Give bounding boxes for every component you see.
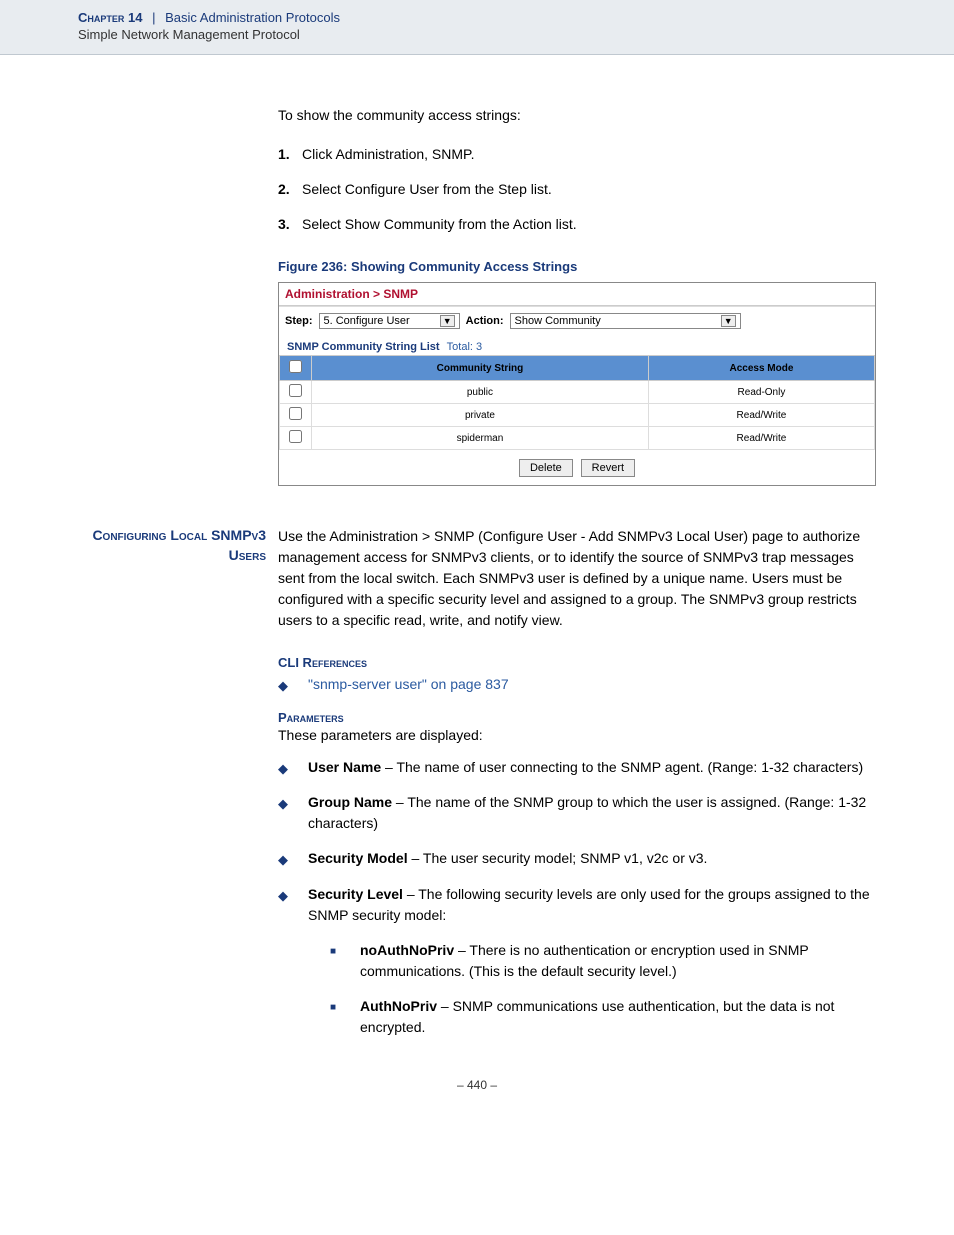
section-heading: Configuring Local SNMPv3 Users [78, 526, 278, 565]
total-label: Total: [447, 341, 473, 353]
page-header: Chapter 14 | Basic Administration Protoc… [0, 0, 954, 55]
param-desc: – The name of the SNMP group to which th… [308, 794, 866, 831]
step-number: 1. [278, 144, 302, 165]
column-checkbox [280, 356, 312, 381]
action-dropdown-value: Show Community [515, 315, 601, 327]
cell-access-mode: Read/Write [648, 427, 874, 450]
row-checkbox[interactable] [289, 407, 302, 420]
param-item: ◆ Security Model – The user security mod… [278, 848, 876, 870]
action-dropdown-label: Action: [466, 315, 504, 327]
row-checkbox[interactable] [289, 430, 302, 443]
page-number: – 440 – [78, 1078, 876, 1092]
cell-community-string: public [312, 381, 649, 404]
square-bullet-icon: ■ [330, 940, 360, 959]
diamond-bullet-icon: ◆ [278, 884, 308, 906]
param-desc: – The user security model; SNMP v1, v2c … [408, 850, 708, 866]
step-number: 2. [278, 179, 302, 200]
list-title: SNMP Community String List [287, 341, 440, 353]
step-number: 3. [278, 214, 302, 235]
step-text: Select Show Community from the Action li… [302, 214, 577, 235]
cell-access-mode: Read-Only [648, 381, 874, 404]
column-access-mode: Access Mode [648, 356, 874, 381]
diamond-bullet-icon: ◆ [278, 757, 308, 779]
row-checkbox[interactable] [289, 384, 302, 397]
chevron-down-icon: ▼ [440, 315, 455, 327]
param-desc: – The name of user connecting to the SNM… [381, 759, 863, 775]
step-dropdown-value: 5. Configure User [324, 315, 410, 327]
step-dropdown-label: Step: [285, 315, 313, 327]
cli-link[interactable]: "snmp-server user" on page 837 [308, 674, 876, 695]
step-1: 1. Click Administration, SNMP. [278, 144, 876, 165]
cell-access-mode: Read/Write [648, 404, 874, 427]
step-dropdown[interactable]: 5. Configure User ▼ [319, 313, 460, 329]
step-2: 2. Select Configure User from the Step l… [278, 179, 876, 200]
column-community-string: Community String [312, 356, 649, 381]
table-row: public Read-Only [280, 381, 875, 404]
header-separator: | [152, 10, 155, 25]
step-3: 3. Select Show Community from the Action… [278, 214, 876, 235]
diamond-bullet-icon: ◆ [278, 848, 308, 870]
figure-caption: Figure 236: Showing Community Access Str… [278, 259, 876, 274]
sublevel-name: AuthNoPriv [360, 998, 437, 1014]
screenshot-panel: Administration > SNMP Step: 5. Configure… [278, 282, 876, 486]
table-row: private Read/Write [280, 404, 875, 427]
param-item: ◆ Group Name – The name of the SNMP grou… [278, 792, 876, 834]
section-body: Use the Administration > SNMP (Configure… [278, 526, 876, 631]
diamond-bullet-icon: ◆ [278, 674, 308, 696]
chapter-label: Chapter 14 [78, 10, 142, 25]
sublevel-item: ■ AuthNoPriv – SNMP communications use a… [330, 996, 876, 1038]
param-name: Security Model [308, 850, 408, 866]
intro-text: To show the community access strings: [278, 105, 876, 126]
table-row: spiderman Read/Write [280, 427, 875, 450]
param-item: ◆ User Name – The name of user connectin… [278, 757, 876, 779]
sublevel-name: noAuthNoPriv [360, 942, 454, 958]
cell-community-string: spiderman [312, 427, 649, 450]
delete-button[interactable]: Delete [519, 459, 573, 477]
step-text: Select Configure User from the Step list… [302, 179, 552, 200]
community-table: Community String Access Mode public Read… [279, 355, 875, 450]
step-text: Click Administration, SNMP. [302, 144, 474, 165]
screenshot-breadcrumb: Administration > SNMP [279, 283, 875, 306]
parameters-intro: These parameters are displayed: [278, 727, 876, 743]
cell-community-string: private [312, 404, 649, 427]
total-value: 3 [476, 341, 482, 353]
param-name: Group Name [308, 794, 392, 810]
select-all-checkbox[interactable] [289, 360, 302, 373]
sublevel-item: ■ noAuthNoPriv – There is no authenticat… [330, 940, 876, 982]
step-list: 1. Click Administration, SNMP. 2. Select… [278, 144, 876, 235]
param-name: Security Level [308, 886, 403, 902]
param-item: ◆ Security Level – The following securit… [278, 884, 876, 926]
diamond-bullet-icon: ◆ [278, 792, 308, 814]
cli-heading: CLI References [278, 655, 876, 670]
param-name: User Name [308, 759, 381, 775]
header-section: Basic Administration Protocols [165, 10, 340, 25]
header-subsection: Simple Network Management Protocol [78, 27, 954, 42]
chevron-down-icon: ▼ [721, 315, 736, 327]
action-dropdown[interactable]: Show Community ▼ [510, 313, 741, 329]
square-bullet-icon: ■ [330, 996, 360, 1015]
revert-button[interactable]: Revert [581, 459, 635, 477]
parameters-heading: Parameters [278, 710, 876, 725]
